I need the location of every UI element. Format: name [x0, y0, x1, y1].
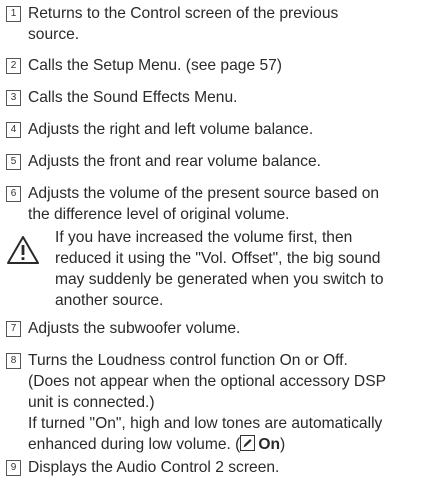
- item-line: If turned "On", high and low tones are a…: [28, 415, 383, 432]
- item-text: Returns to the Control screen of the pre…: [28, 3, 431, 45]
- item-number-box: 2: [6, 58, 21, 74]
- list-item: 4 Adjusts the right and left volume bala…: [6, 119, 431, 140]
- item-number-box: 9: [6, 460, 21, 476]
- list-item: 8 Turns the Loudness control function On…: [6, 350, 431, 455]
- list-item: 5 Adjusts the front and rear volume bala…: [6, 151, 431, 172]
- warning-note: If you have increased the volume first, …: [6, 227, 431, 311]
- item-line: source.: [28, 26, 80, 43]
- list-item: 6 Adjusts the volume of the present sour…: [6, 183, 431, 225]
- list-item: 2 Calls the Setup Menu. (see page 57): [6, 55, 431, 76]
- item-line: the difference level of original volume.: [28, 206, 290, 223]
- list-item: 1 Returns to the Control screen of the p…: [6, 3, 431, 45]
- item-line: Turns the Loudness control function On o…: [28, 352, 348, 369]
- list-item: 3 Calls the Sound Effects Menu.: [6, 87, 431, 108]
- item-text: Adjusts the right and left volume balanc…: [28, 119, 431, 140]
- item-number-box: 7: [6, 321, 21, 337]
- item-line: Adjusts the subwoofer volume.: [28, 320, 241, 337]
- item-line: Displays the Audio Control 2 screen.: [28, 459, 280, 476]
- list-item: 7 Adjusts the subwoofer volume.: [6, 318, 431, 339]
- item-number-box: 8: [6, 353, 21, 369]
- list-item: 9 Displays the Audio Control 2 screen.: [6, 457, 431, 478]
- warning-line: another source.: [55, 292, 164, 309]
- item-number-box: 5: [6, 154, 21, 170]
- item-line: enhanced during low volume. ( On): [28, 434, 431, 455]
- pencil-icon: [240, 435, 256, 451]
- item-number-box: 4: [6, 122, 21, 138]
- item-line: Returns to the Control screen of the pre…: [28, 5, 339, 22]
- warning-line: If you have increased the volume first, …: [55, 229, 353, 246]
- item-text: Adjusts the volume of the present source…: [28, 183, 431, 225]
- item-text: Displays the Audio Control 2 screen.: [28, 457, 431, 478]
- item-number-box: 1: [6, 6, 21, 22]
- item-line: (Does not appear when the optional acces…: [28, 373, 386, 390]
- manual-page: 1 Returns to the Control screen of the p…: [0, 0, 435, 481]
- warning-line: reduced it using the "Vol. Offset", the …: [55, 250, 381, 267]
- item-text: Adjusts the front and rear volume balanc…: [28, 151, 431, 172]
- item-line: Adjusts the front and rear volume balanc…: [28, 153, 321, 170]
- warning-triangle-icon: [6, 235, 42, 267]
- item-line: Adjusts the volume of the present source…: [28, 185, 380, 202]
- item-line: Calls the Sound Effects Menu.: [28, 89, 238, 106]
- item-number-box: 6: [6, 186, 21, 202]
- item-text: Calls the Setup Menu. (see page 57): [28, 55, 431, 76]
- warning-text: If you have increased the volume first, …: [55, 227, 431, 311]
- item-line: unit is connected.): [28, 394, 155, 411]
- item-text: Calls the Sound Effects Menu.: [28, 87, 431, 108]
- item-text: Turns the Loudness control function On o…: [28, 350, 431, 455]
- default-value: On: [258, 436, 281, 453]
- item-line: Calls the Setup Menu. (see page 57): [28, 57, 282, 74]
- item-line-prefix: enhanced during low volume. (: [28, 436, 241, 453]
- warning-line: may suddenly be generated when you switc…: [55, 271, 384, 288]
- item-line-suffix: ): [280, 436, 286, 453]
- item-number-box: 3: [6, 90, 21, 106]
- item-text: Adjusts the subwoofer volume.: [28, 318, 431, 339]
- item-line: Adjusts the right and left volume balanc…: [28, 121, 314, 138]
